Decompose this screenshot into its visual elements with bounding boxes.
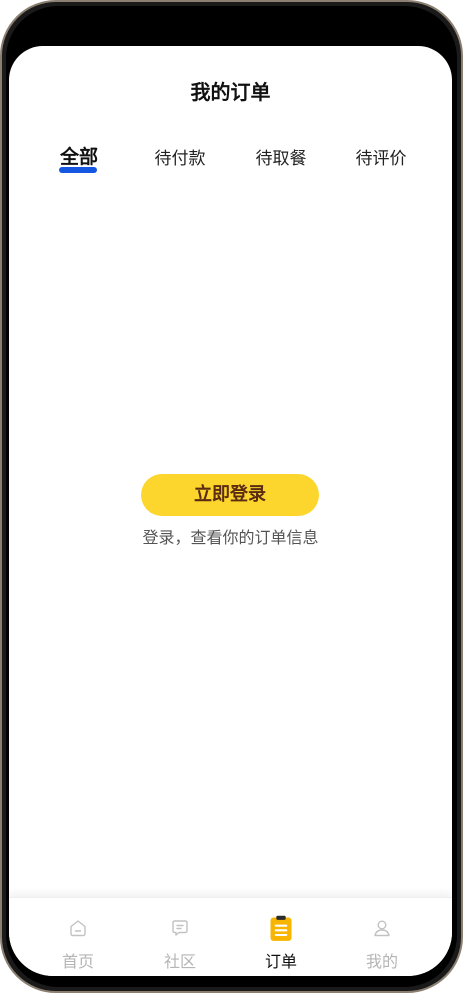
login-button[interactable]: 立即登录	[141, 474, 319, 516]
tabbar-item-community[interactable]: 社区	[125, 898, 235, 976]
chat-icon	[172, 920, 188, 936]
tab-pending-payment[interactable]: 待付款	[140, 144, 220, 169]
tabbar-label-home: 首页	[61, 952, 94, 971]
tabbar-label-community: 社区	[163, 952, 196, 971]
active-tab-indicator	[59, 167, 97, 173]
page-title: 我的订单	[190, 80, 271, 104]
phone-screen: 我的订单 全部 待付款 待取餐 待评价 立即登录 登录，查看你的订单信息 首页	[9, 14, 452, 976]
order-tabs: 全部 待付款 待取餐 待评价	[9, 142, 452, 182]
page-content: 我的订单 全部 待付款 待取餐 待评价 立即登录 登录，查看你的订单信息 首页	[9, 46, 452, 976]
tabbar-label-orders: 订单	[264, 952, 297, 971]
login-hint: 登录，查看你的订单信息	[142, 528, 319, 547]
tab-pending-pickup[interactable]: 待取餐	[241, 144, 321, 169]
user-icon	[374, 920, 390, 937]
home-icon	[70, 920, 86, 937]
tabbar-item-profile[interactable]: 我的	[327, 898, 437, 976]
tab-all[interactable]: 全部	[39, 142, 119, 169]
tabbar-item-orders[interactable]: 订单	[226, 898, 336, 976]
tabbar-item-home[interactable]: 首页	[23, 898, 133, 976]
tab-pending-review[interactable]: 待评价	[341, 144, 421, 169]
order-clipboard-icon	[270, 915, 292, 941]
bottom-tab-bar: 首页 社区 订单 我的	[9, 897, 452, 976]
tabbar-label-profile: 我的	[365, 952, 398, 971]
